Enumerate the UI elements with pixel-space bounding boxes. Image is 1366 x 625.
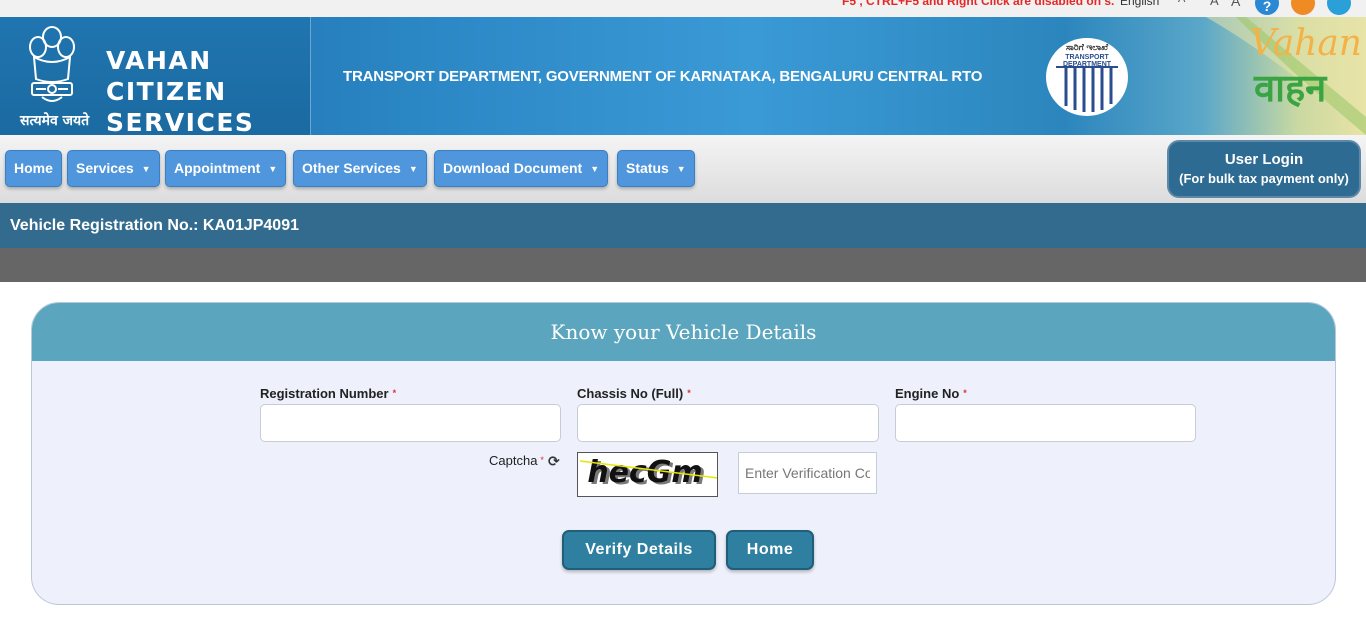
- dept-logo-graphic-icon: [1056, 66, 1118, 112]
- chevron-down-icon: ▼: [268, 164, 278, 174]
- registration-number-label-text: Registration Number: [260, 386, 389, 401]
- user-login-label: User Login: [1224, 151, 1304, 168]
- transport-department-logo: ಸಾರಿಗೆ ಇಲಾಖೆ TRANSPORT DEPARTMENT: [1046, 38, 1128, 116]
- engine-number-label-text: Engine No: [895, 386, 960, 401]
- nav-home[interactable]: Home: [5, 150, 62, 187]
- user-login-button[interactable]: User Login (For bulk tax payment only): [1167, 140, 1361, 198]
- help-icon[interactable]: ?: [1255, 0, 1279, 15]
- font-size-small-button[interactable]: A: [1178, 0, 1185, 5]
- required-mark: *: [687, 388, 691, 398]
- separator-bar: [0, 248, 1366, 282]
- engine-number-label: Engine No *: [895, 386, 967, 401]
- verification-code-input[interactable]: [738, 452, 877, 494]
- captcha-graphic: hecGm hecGm: [579, 455, 717, 492]
- chassis-number-label: Chassis No (Full) *: [577, 386, 691, 401]
- brand-title: VAHAN CITIZEN SERVICES: [106, 45, 310, 135]
- site-header: सत्यमेव जयते VAHAN CITIZEN SERVICES TRAN…: [0, 17, 1366, 135]
- nav-download-document[interactable]: Download Document ▼: [434, 150, 609, 187]
- disabled-keys-notice: F5 , CTRL+F5 and Right Click are disable…: [842, 0, 1115, 8]
- emblem-motto: सत्यमेव जयते: [20, 113, 90, 129]
- font-size-normal-button[interactable]: A: [1210, 0, 1219, 8]
- national-emblem: सत्यमेव जयते: [20, 23, 102, 129]
- nav-services-label: Services: [76, 160, 134, 176]
- nav-other-services[interactable]: Other Services ▼: [293, 150, 427, 187]
- chevron-down-icon: ▼: [590, 164, 600, 174]
- vehicle-registration-number: Vehicle Registration No.: KA01JP4091: [10, 217, 299, 234]
- rss-icon[interactable]: [1291, 0, 1315, 15]
- vahan-logo-hindi: वाहन: [1254, 66, 1327, 110]
- brand-line-2: SERVICES: [106, 108, 255, 135]
- refresh-captcha-icon[interactable]: ⟳: [548, 453, 560, 470]
- captcha-label-text: Captcha: [489, 453, 538, 468]
- engine-number-input[interactable]: [895, 404, 1196, 442]
- chassis-number-label-text: Chassis No (Full): [577, 386, 684, 401]
- registration-number-label: Registration Number *: [260, 386, 396, 401]
- nav-status[interactable]: Status ▼: [617, 150, 695, 187]
- chevron-down-icon: ▼: [676, 164, 686, 174]
- ashoka-emblem-icon: [29, 26, 75, 102]
- required-mark: *: [392, 388, 397, 398]
- brand-panel: सत्यमेव जयते VAHAN CITIZEN SERVICES: [0, 17, 311, 135]
- verify-details-button[interactable]: Verify Details: [562, 530, 716, 570]
- registration-number-input[interactable]: [260, 404, 561, 442]
- nav-appointment-label: Appointment: [174, 160, 261, 176]
- user-login-sublabel: (For bulk tax payment only): [1179, 171, 1349, 186]
- phone-icon[interactable]: [1327, 0, 1351, 15]
- nav-home-label: Home: [14, 160, 53, 176]
- nav-appointment[interactable]: Appointment ▼: [165, 150, 287, 187]
- nav-download-document-label: Download Document: [443, 160, 583, 176]
- home-button[interactable]: Home: [726, 530, 814, 570]
- top-utility-strip: F5 , CTRL+F5 and Right Click are disable…: [0, 0, 1366, 17]
- chevron-down-icon: ▼: [408, 164, 418, 174]
- vehicle-registration-bar: Vehicle Registration No.: KA01JP4091: [0, 203, 1366, 248]
- chevron-down-icon: ▼: [141, 164, 151, 174]
- department-title: TRANSPORT DEPARTMENT, GOVERNMENT OF KARN…: [343, 68, 983, 85]
- vahan-logo-english: Vahan: [1250, 23, 1362, 64]
- captcha-image: hecGm hecGm: [577, 452, 718, 497]
- required-mark: *: [963, 388, 967, 398]
- card-title: Know your Vehicle Details: [32, 303, 1335, 361]
- nav-other-services-label: Other Services: [302, 160, 401, 176]
- nav-services[interactable]: Services ▼: [67, 150, 160, 187]
- brand-line-1: VAHAN CITIZEN: [106, 46, 227, 106]
- required-mark: *: [540, 455, 544, 465]
- nav-status-label: Status: [626, 160, 669, 176]
- main-navigation: Home Services ▼ Appointment ▼ Other Servic…: [0, 135, 1366, 203]
- vahan-logo: Vahan वाहन: [1240, 21, 1366, 131]
- captcha-label: Captcha *: [489, 453, 544, 468]
- font-size-large-button[interactable]: A: [1231, 0, 1240, 9]
- chassis-number-input[interactable]: [577, 404, 879, 442]
- svg-text:?: ?: [1263, 0, 1272, 14]
- captcha-text: hecGm: [587, 455, 702, 490]
- language-selector[interactable]: English: [1120, 0, 1159, 8]
